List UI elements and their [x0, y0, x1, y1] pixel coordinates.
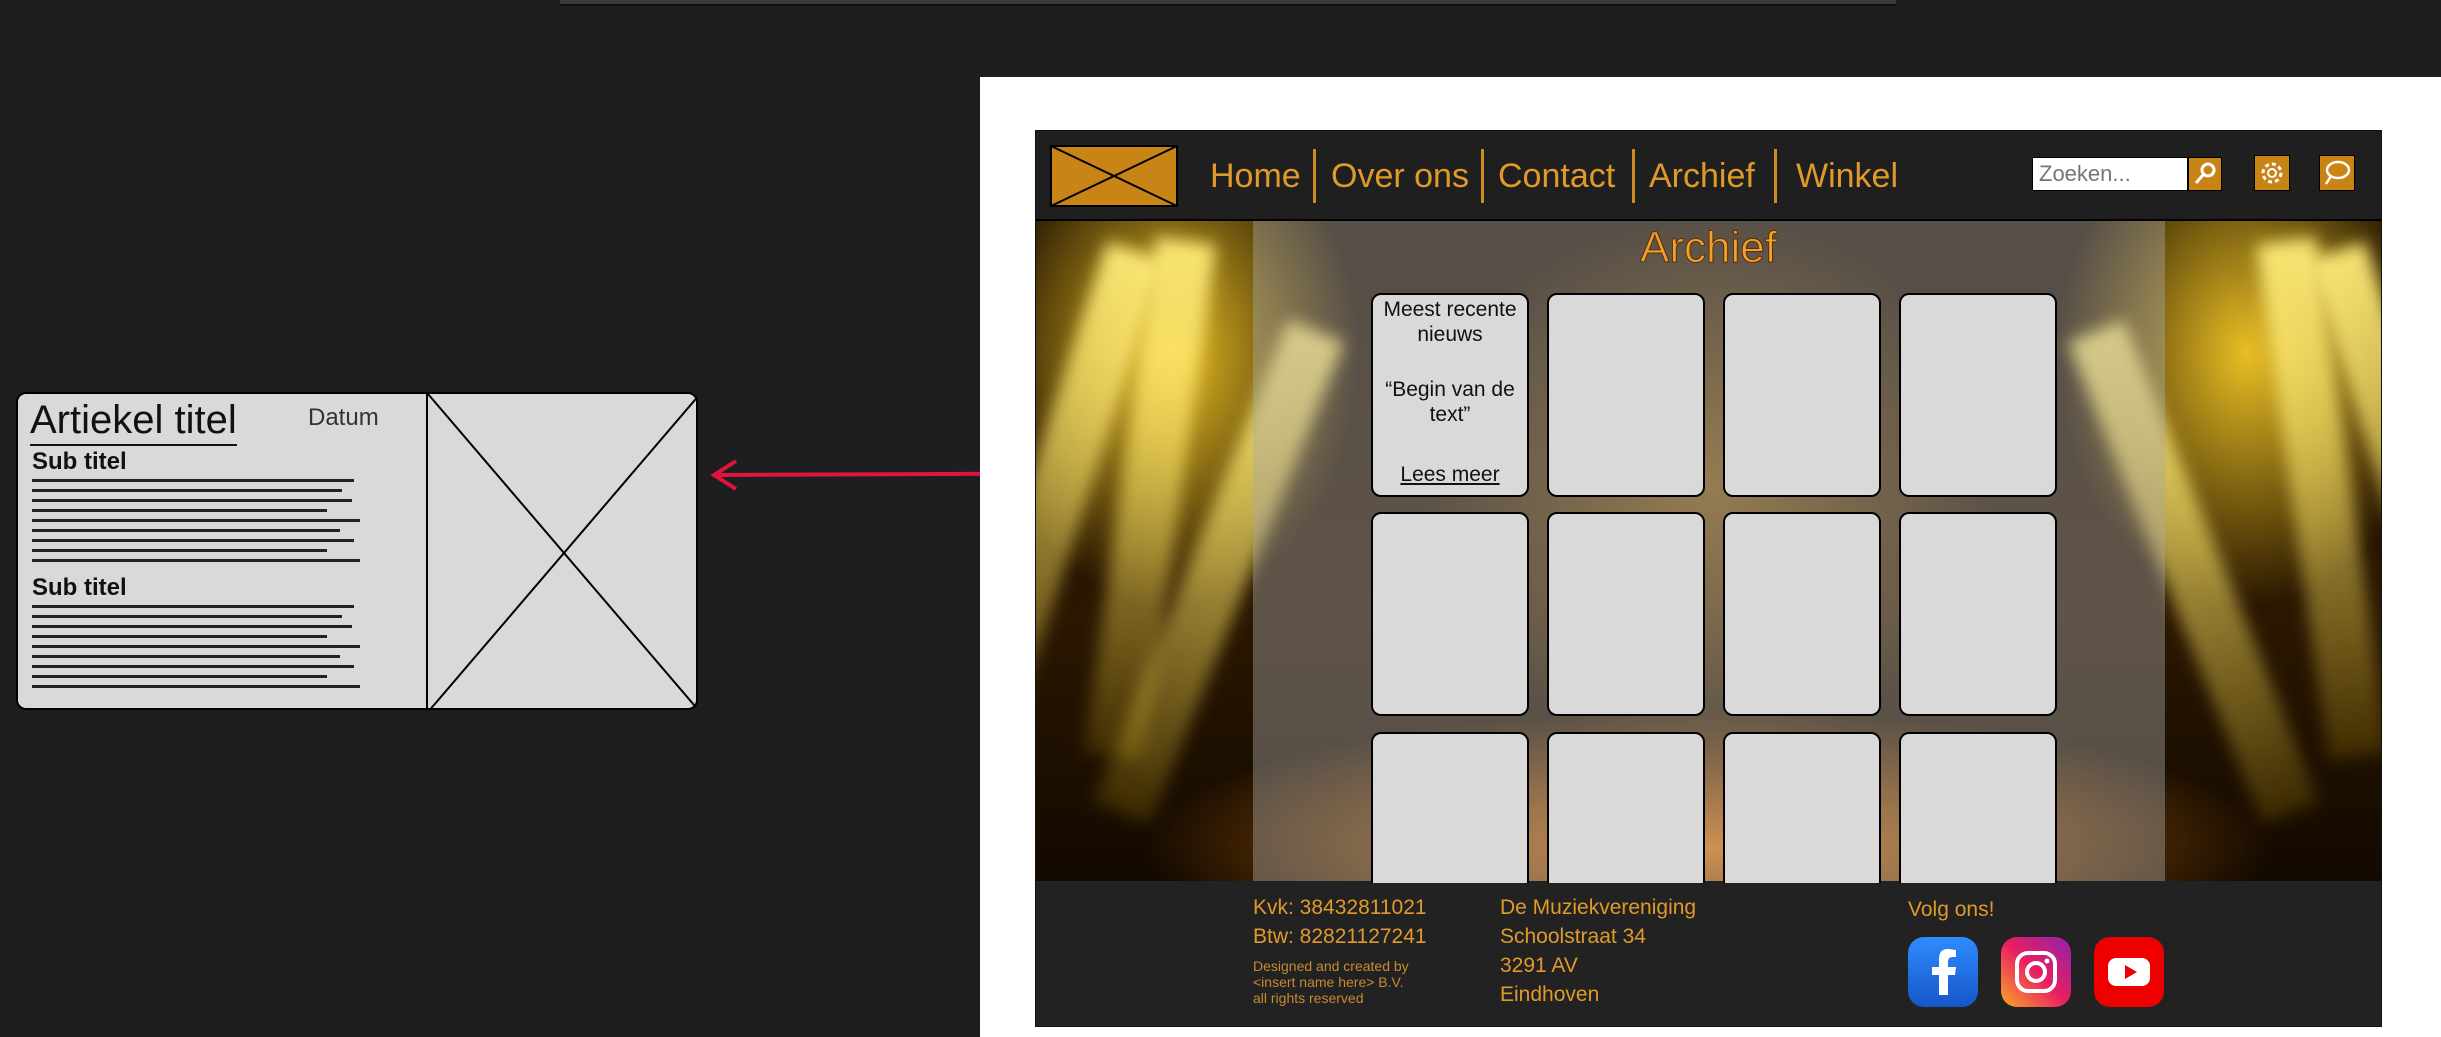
text-line [32, 499, 352, 502]
image-placeholder-icon [428, 394, 696, 708]
nav-separator [1774, 149, 1777, 203]
archive-tile[interactable] [1899, 732, 2057, 892]
org-name: De Muziekvereniging [1500, 896, 1697, 919]
text-line [32, 549, 327, 552]
archive-tile[interactable] [1723, 293, 1881, 497]
archive-tile[interactable] [1899, 512, 2057, 716]
tile-excerpt: “Begin van de text” [1385, 378, 1515, 426]
chat-icon [2324, 160, 2351, 185]
settings-button[interactable] [2254, 155, 2290, 191]
search-input[interactable] [2032, 157, 2188, 191]
nav-contact[interactable]: Contact [1498, 151, 1615, 201]
text-line [32, 509, 327, 512]
archive-tile[interactable] [1899, 293, 2057, 497]
youtube-icon[interactable] [2094, 937, 2164, 1007]
search-icon [2194, 162, 2216, 184]
credits-line: all rights reserved [1253, 990, 1364, 1006]
text-line [32, 625, 352, 628]
nav-over-ons[interactable]: Over ons [1331, 151, 1469, 201]
nav-separator [1632, 149, 1635, 203]
article-subtitle: Sub titel [32, 574, 127, 601]
text-line [32, 655, 340, 658]
credits-line: Designed and created by [1253, 958, 1409, 974]
text-line [32, 489, 342, 492]
article-card-detail: Artiekel titel Datum Sub titel Sub titel [16, 392, 698, 710]
nav-archief[interactable]: Archief [1649, 151, 1755, 201]
logo-placeholder-icon[interactable] [1050, 145, 1178, 207]
nav-home[interactable]: Home [1210, 151, 1301, 201]
archive-tile[interactable] [1547, 512, 1705, 716]
archive-tile[interactable] [1371, 732, 1529, 892]
text-line [32, 635, 327, 638]
archive-tile[interactable] [1723, 732, 1881, 892]
text-line [32, 559, 360, 562]
archive-tile[interactable] [1371, 512, 1529, 716]
text-line [32, 665, 354, 668]
top-frame-edge [560, 0, 1896, 6]
text-line [32, 479, 354, 482]
btw-number: Btw: 82821127241 [1253, 925, 1427, 948]
archive-tile[interactable] [1547, 732, 1705, 892]
text-line [32, 615, 342, 618]
nav-separator [1313, 149, 1316, 203]
facebook-icon[interactable] [1908, 937, 1978, 1007]
search-button[interactable] [2188, 157, 2222, 191]
instagram-icon[interactable] [2001, 937, 2071, 1007]
article-title: Artiekel titel [30, 396, 237, 446]
org-city: Eindhoven [1500, 983, 1600, 1006]
nav-separator [1481, 149, 1484, 203]
chat-button[interactable] [2319, 155, 2355, 191]
org-street: Schoolstraat 34 [1500, 925, 1646, 948]
text-line [32, 539, 354, 542]
text-line [32, 519, 360, 522]
article-subtitle: Sub titel [32, 448, 127, 475]
archive-tile[interactable] [1723, 512, 1881, 716]
tile-heading: Meest recente nieuws [1383, 298, 1517, 346]
navbar: Home Over ons Contact Archief Winkel [1036, 131, 2381, 221]
footer: Kvk: 38432811021 Btw: 82821127241 Design… [1036, 883, 2381, 1026]
read-more-link[interactable]: Lees meer [1373, 463, 1527, 487]
website-mockup: Home Over ons Contact Archief Winkel Zoe… [1035, 130, 2382, 1027]
credits-line: <insert name here> B.V. [1253, 974, 1404, 990]
org-postal: 3291 AV [1500, 954, 1578, 977]
follow-us-label: Volg ons! [1908, 898, 1995, 921]
archive-tile[interactable] [1547, 293, 1705, 497]
text-line [32, 675, 327, 678]
featured-news-tile[interactable]: Meest recente nieuws “Begin van de text”… [1371, 293, 1529, 497]
text-line [32, 605, 354, 608]
nav-winkel[interactable]: Winkel [1796, 151, 1898, 201]
kvk-number: Kvk: 38432811021 [1253, 896, 1427, 919]
page-title: Archief [1640, 223, 1778, 273]
text-line [32, 685, 360, 688]
article-date: Datum [308, 404, 379, 431]
text-line [32, 529, 340, 532]
text-line [32, 645, 360, 648]
gear-icon [2261, 162, 2283, 184]
